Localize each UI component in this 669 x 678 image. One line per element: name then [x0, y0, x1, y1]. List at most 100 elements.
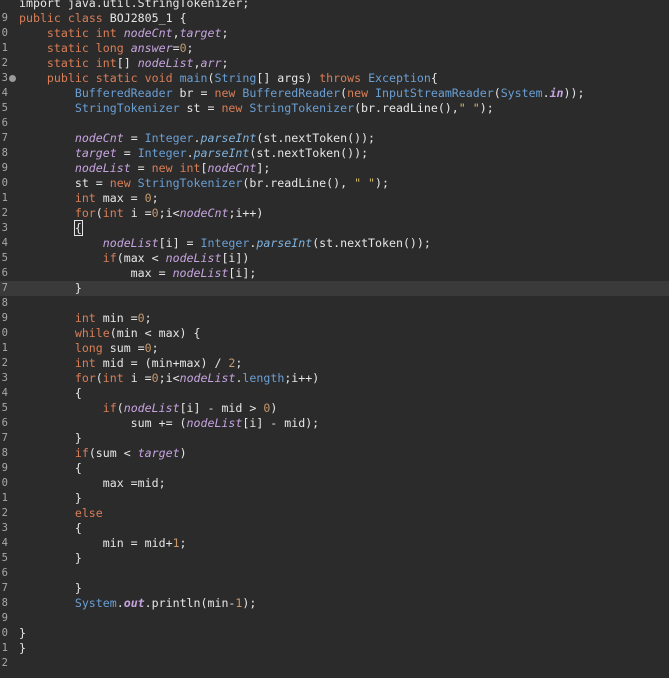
code-line[interactable]: 1} — [0, 641, 669, 656]
line-number: 5 — [1, 552, 8, 564]
line-number: 9 — [1, 462, 8, 474]
code-line[interactable]: 1 int max = 0; — [0, 191, 669, 206]
code-line[interactable]: 3 { — [0, 521, 669, 536]
code-line[interactable]: 1 } — [0, 491, 669, 506]
line-number: 6 — [1, 567, 8, 579]
code-token: . — [116, 596, 124, 610]
code-line[interactable]: 3 for(int i =0;i<nodeList.length;i++) — [0, 371, 669, 386]
code-line[interactable]: 5 if(nodeList[i] - mid > 0) — [0, 401, 669, 416]
code-line[interactable]: 5 } — [0, 551, 669, 566]
code-token: parseInt — [200, 131, 257, 145]
code-line[interactable]: 2 — [0, 656, 669, 671]
line-number: 3 — [1, 522, 8, 534]
code-line[interactable]: 2 for(int i =0;i<nodeCnt;i++) — [0, 206, 669, 221]
code-line[interactable]: 9 int min =0; — [0, 311, 669, 326]
code-line[interactable]: 3 public static void main(String[] args)… — [0, 71, 669, 86]
code-line[interactable]: 4 min = mid+1; — [0, 536, 669, 551]
code-line[interactable]: 2 else — [0, 506, 669, 521]
code-text: int max = 0; — [19, 191, 159, 206]
code-line[interactable]: 9 public class BOJ2805_1 { — [0, 11, 669, 26]
code-line[interactable]: 8 target = Integer.parseInt(st.nextToken… — [0, 146, 669, 161]
code-token: [] — [116, 56, 138, 70]
code-token: st = — [19, 176, 110, 190]
code-line[interactable]: 2 int mid = (min+max) / 2; — [0, 356, 669, 371]
code-text: long sum =0; — [19, 341, 159, 356]
code-token: ; — [144, 311, 152, 325]
line-number: 9 — [1, 312, 8, 324]
line-number: 4 — [1, 237, 8, 249]
code-token: class — [67, 11, 110, 25]
code-line[interactable]: 9 — [0, 611, 669, 626]
line-number: 6 — [1, 267, 8, 279]
code-line[interactable]: 1 long sum =0; — [0, 341, 669, 356]
code-line[interactable]: 4 nodeList[i] = Integer.parseInt(st.next… — [0, 236, 669, 251]
code-line[interactable]: 7 } — [0, 281, 669, 296]
code-editor[interactable]: import java.util.StringTokenizer; 9 public… — [0, 0, 669, 678]
code-line[interactable]: 4 BufferedReader br = new BufferedReader… — [0, 86, 669, 101]
code-text: for(int i =0;i<nodeList.length;i++) — [19, 371, 319, 386]
code-line[interactable]: import java.util.StringTokenizer; — [0, 0, 669, 11]
code-token: public — [19, 11, 68, 25]
code-token: ); — [242, 596, 257, 610]
line-number: 8 — [1, 147, 8, 159]
code-token: .println(min- — [144, 596, 236, 610]
code-line[interactable]: 0 st = new StringTokenizer(br.readLine()… — [0, 176, 669, 191]
code-line[interactable]: 6 max = nodeList[i]; — [0, 266, 669, 281]
code-text: for(int i =0;i<nodeCnt;i++) — [19, 206, 264, 221]
code-line[interactable]: 5 if(max < nodeList[i]) — [0, 251, 669, 266]
code-token: String — [214, 71, 257, 85]
code-token: 0 — [151, 206, 159, 220]
code-token: for — [74, 206, 96, 220]
code-token: nodeList — [172, 266, 229, 280]
code-line[interactable]: 2 static int[] nodeList,arr; — [0, 56, 669, 71]
code-line[interactable]: 6 — [0, 116, 669, 131]
code-line[interactable]: 8 if(sum < target) — [0, 446, 669, 461]
code-token: main — [179, 71, 208, 85]
code-token: BufferedReader — [74, 86, 173, 100]
code-token: nodeList — [137, 56, 194, 70]
code-line[interactable]: 8 — [0, 296, 669, 311]
code-token: ;i++) — [228, 206, 264, 220]
code-line[interactable]: 0 static int nodeCnt,target; — [0, 26, 669, 41]
code-line[interactable]: 7 } — [0, 431, 669, 446]
code-token: } — [19, 581, 82, 595]
code-token: ; — [151, 341, 159, 355]
code-token: { — [73, 220, 83, 236]
line-number: 1 — [1, 342, 8, 354]
line-number: 9 — [1, 162, 8, 174]
code-token: } — [19, 281, 82, 295]
code-line[interactable]: 9 nodeList = new int[nodeCnt]; — [0, 161, 669, 176]
code-token: nodeCnt — [179, 206, 229, 220]
code-line[interactable]: 8 System.out.println(min-1); — [0, 596, 669, 611]
line-number: 7 — [1, 282, 8, 294]
code-text: { — [19, 521, 82, 536]
code-token: nodeList — [179, 371, 236, 385]
fold-marker-icon[interactable] — [9, 75, 16, 82]
code-token: Exception — [368, 71, 431, 85]
code-token: [ — [200, 161, 208, 175]
code-line[interactable]: 4 { — [0, 386, 669, 401]
code-token: i = — [130, 206, 152, 220]
code-token: BufferedReader — [242, 86, 341, 100]
code-line[interactable]: 9 { — [0, 461, 669, 476]
code-token: int — [74, 356, 103, 370]
code-text: } — [19, 491, 82, 506]
line-number: 8 — [1, 597, 8, 609]
code-token: Integer — [200, 236, 250, 250]
code-line[interactable]: 0 while(min < max) { — [0, 326, 669, 341]
code-line[interactable]: 0 max =mid; — [0, 476, 669, 491]
code-line[interactable]: 7 } — [0, 581, 669, 596]
code-line[interactable]: 5 StringTokenizer st = new StringTokeniz… — [0, 101, 669, 116]
code-token: 1 — [172, 536, 180, 550]
line-number: 6 — [1, 417, 8, 429]
code-line[interactable]: 6 sum += (nodeList[i] - mid); — [0, 416, 669, 431]
code-line[interactable]: 6 — [0, 566, 669, 581]
code-text: import java.util.StringTokenizer; — [19, 0, 249, 11]
code-text: static int[] nodeList,arr; — [19, 56, 229, 71]
code-line[interactable]: 3 { — [0, 220, 669, 236]
code-line[interactable]: 7 nodeCnt = Integer.parseInt(st.nextToke… — [0, 131, 669, 146]
code-line[interactable]: 0} — [0, 626, 669, 641]
code-line[interactable]: 1 static long answer=0; — [0, 41, 669, 56]
